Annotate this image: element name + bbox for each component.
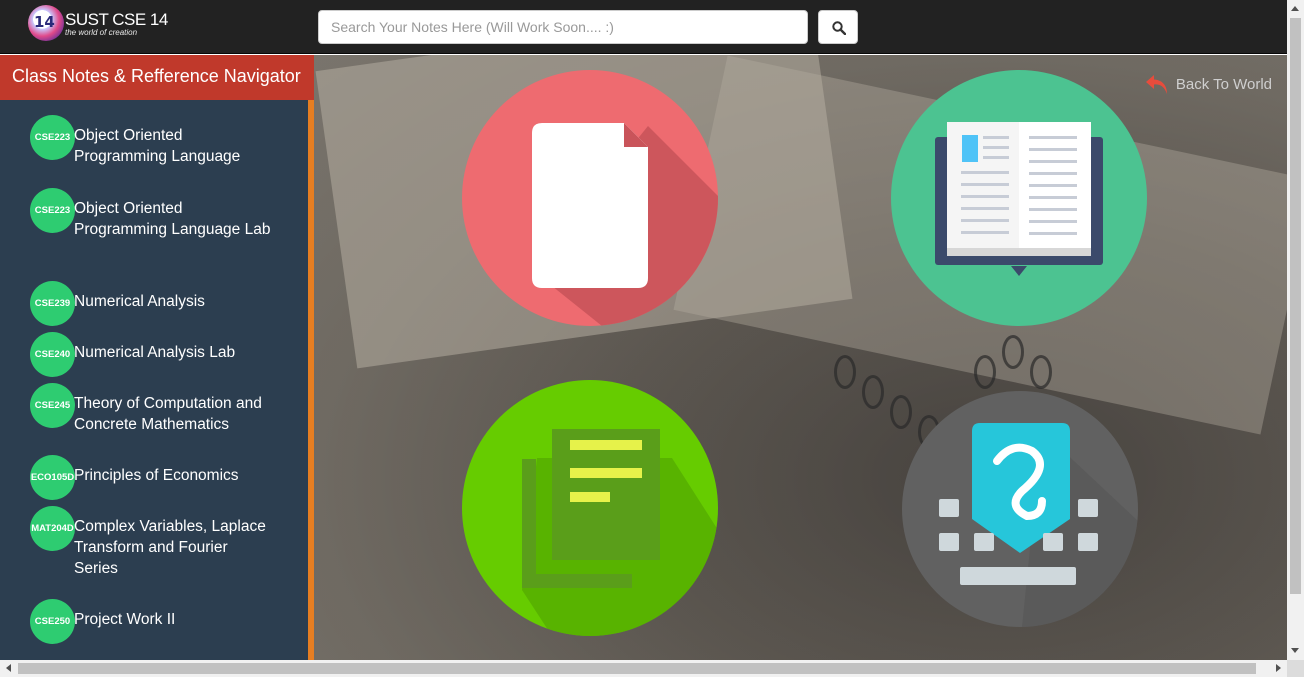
course-name[interactable]: Project Work II bbox=[74, 609, 274, 630]
course-name[interactable]: Object Oriented Programming Language Lab bbox=[74, 198, 274, 240]
course-code-badge: CSE223 bbox=[30, 188, 75, 233]
course-code-badge: CSE245 bbox=[30, 383, 75, 428]
course-sidebar: Class Notes & Refference Navigator CSE22… bbox=[0, 55, 314, 660]
logo-title: SUST CSE 14 bbox=[65, 10, 168, 29]
course-name[interactable]: Complex Variables, Laplace Transform and… bbox=[74, 516, 274, 579]
logo-number: 14 bbox=[34, 13, 55, 31]
top-navbar: 14 SUST CSE 14 the world of creation bbox=[0, 0, 1287, 54]
course-name[interactable]: Principles of Economics bbox=[74, 465, 274, 486]
notebook-spiral bbox=[1030, 355, 1052, 389]
horizontal-scrollbar[interactable] bbox=[0, 660, 1287, 677]
handwriting-tile[interactable] bbox=[902, 391, 1138, 627]
documents-stack-icon bbox=[522, 429, 718, 636]
course-code-badge: CSE250 bbox=[30, 599, 75, 644]
course-name[interactable]: Theory of Computation and Concrete Mathe… bbox=[74, 393, 274, 435]
notes-tile[interactable] bbox=[462, 70, 718, 326]
back-to-world-label: Back To World bbox=[1175, 75, 1272, 93]
documents-tile[interactable] bbox=[462, 380, 718, 636]
site-logo[interactable]: 14 SUST CSE 14 the world of creation bbox=[28, 5, 168, 41]
scroll-up-icon[interactable] bbox=[1291, 6, 1299, 11]
course-name[interactable]: Numerical Analysis Lab bbox=[74, 342, 274, 363]
notebook-spiral bbox=[862, 375, 884, 409]
main-content: Back To World bbox=[314, 55, 1287, 660]
course-code-badge: CSE240 bbox=[30, 332, 75, 377]
reference-book-tile[interactable] bbox=[891, 70, 1147, 326]
document-icon bbox=[532, 123, 718, 326]
open-book-icon bbox=[935, 122, 1103, 276]
notebook-spiral bbox=[834, 355, 856, 389]
scroll-right-icon[interactable] bbox=[1276, 664, 1281, 672]
logo-subtitle: the world of creation bbox=[65, 28, 138, 37]
handwriting-keyboard-icon bbox=[939, 423, 1138, 627]
search-icon bbox=[832, 21, 846, 35]
scroll-left-icon[interactable] bbox=[6, 664, 11, 672]
logo-badge-icon: 14 bbox=[28, 5, 64, 41]
vertical-scrollbar[interactable] bbox=[1287, 0, 1304, 660]
course-code-badge: CSE239 bbox=[30, 281, 75, 326]
search-button[interactable] bbox=[818, 10, 858, 44]
sidebar-title: Class Notes & Refference Navigator bbox=[0, 55, 314, 100]
reply-arrow-icon bbox=[1145, 75, 1167, 94]
notebook-spiral bbox=[890, 395, 912, 429]
course-code-badge: CSE223 bbox=[30, 115, 75, 160]
vertical-scroll-thumb[interactable] bbox=[1290, 18, 1301, 594]
notebook-spiral bbox=[974, 355, 996, 389]
course-name[interactable]: Object Oriented Programming Language bbox=[74, 125, 274, 167]
back-to-world-link[interactable]: Back To World bbox=[1144, 72, 1272, 98]
scrollbar-corner bbox=[1287, 660, 1304, 677]
course-code-badge: MAT204D bbox=[30, 506, 75, 551]
horizontal-scroll-thumb[interactable] bbox=[18, 663, 1256, 674]
course-code-badge: ECO105D bbox=[30, 455, 75, 500]
notebook-spiral bbox=[1002, 335, 1024, 369]
scroll-down-icon[interactable] bbox=[1291, 648, 1299, 653]
search-input[interactable] bbox=[318, 10, 808, 44]
course-name[interactable]: Numerical Analysis bbox=[74, 291, 274, 312]
